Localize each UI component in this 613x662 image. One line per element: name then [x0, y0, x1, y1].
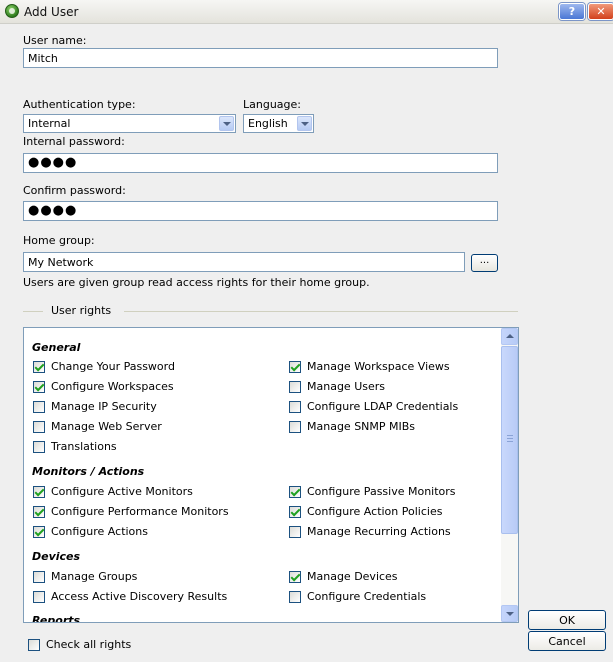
ok-button[interactable]: OK — [528, 610, 606, 630]
right-change-password[interactable]: Change Your Password — [33, 360, 175, 373]
right-configure-active-monitors[interactable]: Configure Active Monitors — [33, 485, 193, 498]
grip-icon — [507, 438, 513, 439]
window-title: Add User — [24, 5, 79, 19]
language-value: English — [248, 117, 288, 130]
internal-password-label: Internal password: — [23, 135, 125, 148]
checkbox[interactable] — [28, 638, 40, 651]
checkbox[interactable] — [289, 505, 301, 518]
section-general: General — [32, 341, 81, 354]
grip-icon — [507, 441, 513, 442]
group-divider — [124, 311, 518, 312]
checkbox[interactable] — [289, 525, 301, 538]
right-access-discovery[interactable]: Access Active Discovery Results — [33, 590, 227, 603]
group-divider — [23, 311, 43, 312]
username-label: User name: — [23, 34, 87, 47]
confirm-password-label: Confirm password: — [23, 184, 126, 197]
check-all-rights[interactable]: Check all rights — [28, 638, 131, 651]
scroll-down-button[interactable] — [501, 605, 518, 622]
right-configure-actions[interactable]: Configure Actions — [33, 525, 148, 538]
right-manage-users[interactable]: Manage Users — [289, 380, 385, 393]
section-monitors-actions: Monitors / Actions — [32, 465, 145, 478]
right-manage-devices[interactable]: Manage Devices — [289, 570, 398, 583]
right-configure-workspaces[interactable]: Configure Workspaces — [33, 380, 174, 393]
home-group-note: Users are given group read access rights… — [23, 276, 370, 289]
add-user-dialog: Add User ? ✕ User name: Mitch Authentica… — [0, 0, 613, 662]
checkbox[interactable] — [289, 485, 301, 498]
browse-button[interactable]: ... — [471, 254, 498, 272]
language-select[interactable]: English — [243, 114, 314, 133]
help-button[interactable]: ? — [559, 3, 585, 20]
right-manage-groups[interactable]: Manage Groups — [33, 570, 137, 583]
right-manage-ip-security[interactable]: Manage IP Security — [33, 400, 157, 413]
right-manage-workspace-views[interactable]: Manage Workspace Views — [289, 360, 450, 373]
home-group-input[interactable]: My Network — [23, 252, 465, 272]
home-group-label: Home group: — [23, 234, 95, 247]
checkbox[interactable] — [33, 505, 45, 518]
user-rights-list[interactable]: General Change Your Password Manage Work… — [23, 327, 519, 623]
checkbox[interactable] — [33, 440, 45, 453]
language-label: Language: — [243, 98, 301, 111]
checkbox[interactable] — [289, 360, 301, 373]
checkbox[interactable] — [289, 380, 301, 393]
right-configure-action-policies[interactable]: Configure Action Policies — [289, 505, 442, 518]
auth-type-value: Internal — [28, 117, 71, 130]
right-manage-web-server[interactable]: Manage Web Server — [33, 420, 162, 433]
right-configure-passive-monitors[interactable]: Configure Passive Monitors — [289, 485, 456, 498]
right-translations[interactable]: Translations — [33, 440, 117, 453]
auth-type-label: Authentication type: — [23, 98, 136, 111]
section-devices: Devices — [32, 550, 81, 563]
right-configure-ldap[interactable]: Configure LDAP Credentials — [289, 400, 458, 413]
right-manage-recurring-actions[interactable]: Manage Recurring Actions — [289, 525, 451, 538]
checkbox[interactable] — [33, 380, 45, 393]
checkbox[interactable] — [289, 590, 301, 603]
confirm-password-input[interactable]: ●●●● — [23, 201, 498, 221]
scroll-thumb[interactable] — [501, 346, 518, 534]
auth-type-select[interactable]: Internal — [23, 114, 236, 133]
checkbox[interactable] — [33, 590, 45, 603]
cancel-button[interactable]: Cancel — [528, 631, 606, 651]
title-bar[interactable]: Add User ? ✕ — [0, 0, 613, 24]
checkbox[interactable] — [33, 420, 45, 433]
section-reports: Reports — [32, 614, 81, 623]
app-logo-icon — [5, 4, 19, 18]
scroll-up-button[interactable] — [501, 328, 518, 345]
checkbox[interactable] — [33, 360, 45, 373]
checkbox[interactable] — [33, 400, 45, 413]
right-configure-performance-monitors[interactable]: Configure Performance Monitors — [33, 505, 229, 518]
grip-icon — [507, 435, 513, 436]
checkbox[interactable] — [33, 525, 45, 538]
chevron-down-icon[interactable] — [219, 116, 234, 131]
right-configure-credentials[interactable]: Configure Credentials — [289, 590, 426, 603]
username-input[interactable]: Mitch — [23, 48, 498, 68]
checkbox[interactable] — [289, 420, 301, 433]
close-button[interactable]: ✕ — [588, 3, 613, 20]
chevron-down-icon[interactable] — [297, 116, 312, 131]
vertical-scrollbar[interactable] — [501, 328, 518, 622]
checkbox[interactable] — [289, 570, 301, 583]
checkbox[interactable] — [289, 400, 301, 413]
checkbox[interactable] — [33, 485, 45, 498]
internal-password-input[interactable]: ●●●● — [23, 153, 498, 173]
checkbox[interactable] — [33, 570, 45, 583]
right-manage-snmp-mibs[interactable]: Manage SNMP MIBs — [289, 420, 415, 433]
user-rights-heading: User rights — [47, 304, 116, 317]
